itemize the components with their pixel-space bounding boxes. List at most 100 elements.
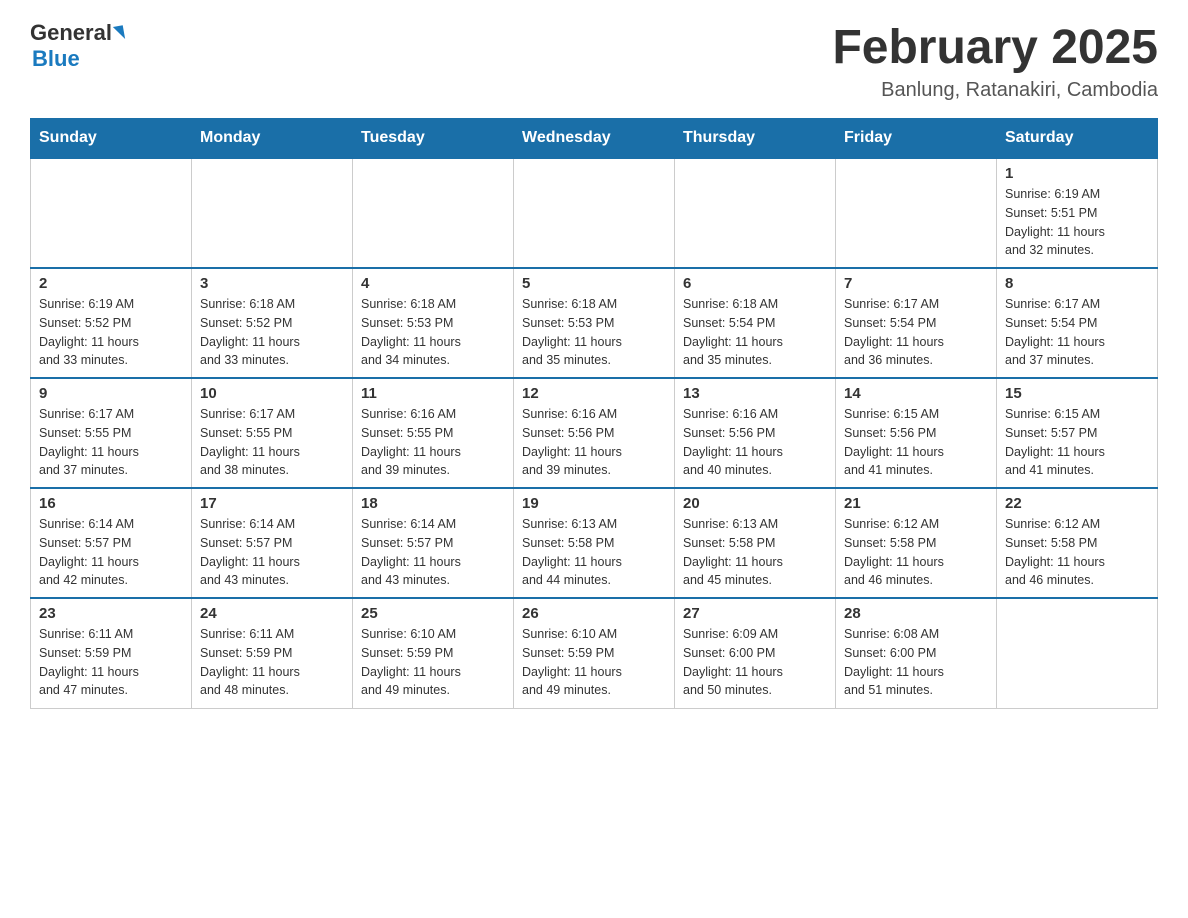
day-info: Sunrise: 6:16 AM Sunset: 5:56 PM Dayligh… [522, 405, 666, 480]
calendar-week-row-5: 23 Sunrise: 6:11 AM Sunset: 5:59 PM Dayli… [31, 598, 1158, 708]
calendar-cell: 19 Sunrise: 6:13 AM Sunset: 5:58 PM Dayli… [514, 488, 675, 598]
day-info: Sunrise: 6:13 AM Sunset: 5:58 PM Dayligh… [683, 515, 827, 590]
day-number: 23 [39, 605, 183, 622]
calendar-week-row-1: 1 Sunrise: 6:19 AM Sunset: 5:51 PM Daylig… [31, 158, 1158, 268]
day-number: 9 [39, 385, 183, 402]
day-info: Sunrise: 6:16 AM Sunset: 5:55 PM Dayligh… [361, 405, 505, 480]
calendar-cell: 1 Sunrise: 6:19 AM Sunset: 5:51 PM Daylig… [997, 158, 1158, 268]
calendar-cell: 2 Sunrise: 6:19 AM Sunset: 5:52 PM Daylig… [31, 268, 192, 378]
day-number: 21 [844, 495, 988, 512]
logo-triangle-icon [113, 25, 125, 41]
day-number: 7 [844, 275, 988, 292]
calendar-cell [353, 158, 514, 268]
day-number: 20 [683, 495, 827, 512]
calendar-cell: 15Sunrise: 6:15 AM Sunset: 5:57 PM Dayli… [997, 378, 1158, 488]
calendar-header-row: Sunday Monday Tuesday Wednesday Thursday… [31, 119, 1158, 159]
day-info: Sunrise: 6:17 AM Sunset: 5:55 PM Dayligh… [39, 405, 183, 480]
calendar-cell: 24 Sunrise: 6:11 AM Sunset: 5:59 PM Dayli… [192, 598, 353, 708]
day-info: Sunrise: 6:18 AM Sunset: 5:54 PM Dayligh… [683, 295, 827, 370]
day-number: 8 [1005, 275, 1149, 292]
day-number: 26 [522, 605, 666, 622]
day-number: 13 [683, 385, 827, 402]
calendar-cell: 20 Sunrise: 6:13 AM Sunset: 5:58 PM Dayli… [675, 488, 836, 598]
day-info: Sunrise: 6:18 AM Sunset: 5:53 PM Dayligh… [361, 295, 505, 370]
calendar-cell: 27 Sunrise: 6:09 AM Sunset: 6:00 PM Dayli… [675, 598, 836, 708]
calendar-week-row-3: 9 Sunrise: 6:17 AM Sunset: 5:55 PM Daylig… [31, 378, 1158, 488]
day-info: Sunrise: 6:18 AM Sunset: 5:53 PM Dayligh… [522, 295, 666, 370]
day-number: 3 [200, 275, 344, 292]
col-wednesday: Wednesday [514, 119, 675, 159]
logo-blue-text: Blue [32, 46, 80, 71]
calendar-cell: 8Sunrise: 6:17 AM Sunset: 5:54 PM Daylig… [997, 268, 1158, 378]
calendar-cell [675, 158, 836, 268]
calendar-cell [836, 158, 997, 268]
day-info: Sunrise: 6:17 AM Sunset: 5:55 PM Dayligh… [200, 405, 344, 480]
day-number: 28 [844, 605, 988, 622]
calendar-cell: 9 Sunrise: 6:17 AM Sunset: 5:55 PM Daylig… [31, 378, 192, 488]
day-info: Sunrise: 6:17 AM Sunset: 5:54 PM Dayligh… [844, 295, 988, 370]
day-number: 15 [1005, 385, 1149, 402]
day-number: 16 [39, 495, 183, 512]
calendar-cell: 10 Sunrise: 6:17 AM Sunset: 5:55 PM Dayli… [192, 378, 353, 488]
day-number: 22 [1005, 495, 1149, 512]
calendar-cell: 21 Sunrise: 6:12 AM Sunset: 5:58 PM Dayli… [836, 488, 997, 598]
day-info: Sunrise: 6:12 AM Sunset: 5:58 PM Dayligh… [1005, 515, 1149, 590]
calendar-cell: 6 Sunrise: 6:18 AM Sunset: 5:54 PM Daylig… [675, 268, 836, 378]
day-info: Sunrise: 6:19 AM Sunset: 5:52 PM Dayligh… [39, 295, 183, 370]
day-number: 14 [844, 385, 988, 402]
location: Banlung, Ratanakiri, Cambodia [832, 79, 1158, 102]
day-info: Sunrise: 6:19 AM Sunset: 5:51 PM Dayligh… [1005, 185, 1149, 260]
day-info: Sunrise: 6:11 AM Sunset: 5:59 PM Dayligh… [200, 625, 344, 700]
day-info: Sunrise: 6:15 AM Sunset: 5:56 PM Dayligh… [844, 405, 988, 480]
day-number: 1 [1005, 165, 1149, 182]
month-title: February 2025 [832, 20, 1158, 75]
day-number: 12 [522, 385, 666, 402]
calendar-cell: 14 Sunrise: 6:15 AM Sunset: 5:56 PM Dayli… [836, 378, 997, 488]
calendar-cell: 5Sunrise: 6:18 AM Sunset: 5:53 PM Daylig… [514, 268, 675, 378]
col-sunday: Sunday [31, 119, 192, 159]
calendar-cell: 7 Sunrise: 6:17 AM Sunset: 5:54 PM Daylig… [836, 268, 997, 378]
day-number: 6 [683, 275, 827, 292]
calendar-cell: 23 Sunrise: 6:11 AM Sunset: 5:59 PM Dayli… [31, 598, 192, 708]
calendar-cell [997, 598, 1158, 708]
day-info: Sunrise: 6:12 AM Sunset: 5:58 PM Dayligh… [844, 515, 988, 590]
title-block: February 2025 Banlung, Ratanakiri, Cambo… [832, 20, 1158, 102]
day-number: 11 [361, 385, 505, 402]
calendar-cell: 28 Sunrise: 6:08 AM Sunset: 6:00 PM Dayli… [836, 598, 997, 708]
day-info: Sunrise: 6:11 AM Sunset: 5:59 PM Dayligh… [39, 625, 183, 700]
day-info: Sunrise: 6:18 AM Sunset: 5:52 PM Dayligh… [200, 295, 344, 370]
day-info: Sunrise: 6:14 AM Sunset: 5:57 PM Dayligh… [200, 515, 344, 590]
col-friday: Friday [836, 119, 997, 159]
day-info: Sunrise: 6:09 AM Sunset: 6:00 PM Dayligh… [683, 625, 827, 700]
col-tuesday: Tuesday [353, 119, 514, 159]
day-info: Sunrise: 6:14 AM Sunset: 5:57 PM Dayligh… [39, 515, 183, 590]
day-number: 10 [200, 385, 344, 402]
calendar-cell: 13Sunrise: 6:16 AM Sunset: 5:56 PM Dayli… [675, 378, 836, 488]
day-number: 24 [200, 605, 344, 622]
calendar-cell: 17 Sunrise: 6:14 AM Sunset: 5:57 PM Dayli… [192, 488, 353, 598]
day-info: Sunrise: 6:13 AM Sunset: 5:58 PM Dayligh… [522, 515, 666, 590]
day-number: 2 [39, 275, 183, 292]
calendar-cell [514, 158, 675, 268]
page-header: General Blue February 2025 Banlung, Rata… [30, 20, 1158, 102]
calendar-week-row-2: 2 Sunrise: 6:19 AM Sunset: 5:52 PM Daylig… [31, 268, 1158, 378]
day-number: 19 [522, 495, 666, 512]
calendar-cell: 11 Sunrise: 6:16 AM Sunset: 5:55 PM Dayli… [353, 378, 514, 488]
calendar-cell: 4Sunrise: 6:18 AM Sunset: 5:53 PM Daylig… [353, 268, 514, 378]
col-saturday: Saturday [997, 119, 1158, 159]
day-info: Sunrise: 6:08 AM Sunset: 6:00 PM Dayligh… [844, 625, 988, 700]
logo: General Blue [30, 20, 124, 72]
day-number: 17 [200, 495, 344, 512]
day-info: Sunrise: 6:10 AM Sunset: 5:59 PM Dayligh… [522, 625, 666, 700]
day-info: Sunrise: 6:10 AM Sunset: 5:59 PM Dayligh… [361, 625, 505, 700]
day-info: Sunrise: 6:14 AM Sunset: 5:57 PM Dayligh… [361, 515, 505, 590]
day-number: 25 [361, 605, 505, 622]
day-number: 18 [361, 495, 505, 512]
col-thursday: Thursday [675, 119, 836, 159]
calendar-cell: 18 Sunrise: 6:14 AM Sunset: 5:57 PM Dayli… [353, 488, 514, 598]
day-number: 27 [683, 605, 827, 622]
calendar-cell: 25 Sunrise: 6:10 AM Sunset: 5:59 PM Dayli… [353, 598, 514, 708]
calendar-cell [192, 158, 353, 268]
col-monday: Monday [192, 119, 353, 159]
calendar-table: Sunday Monday Tuesday Wednesday Thursday… [30, 118, 1158, 709]
